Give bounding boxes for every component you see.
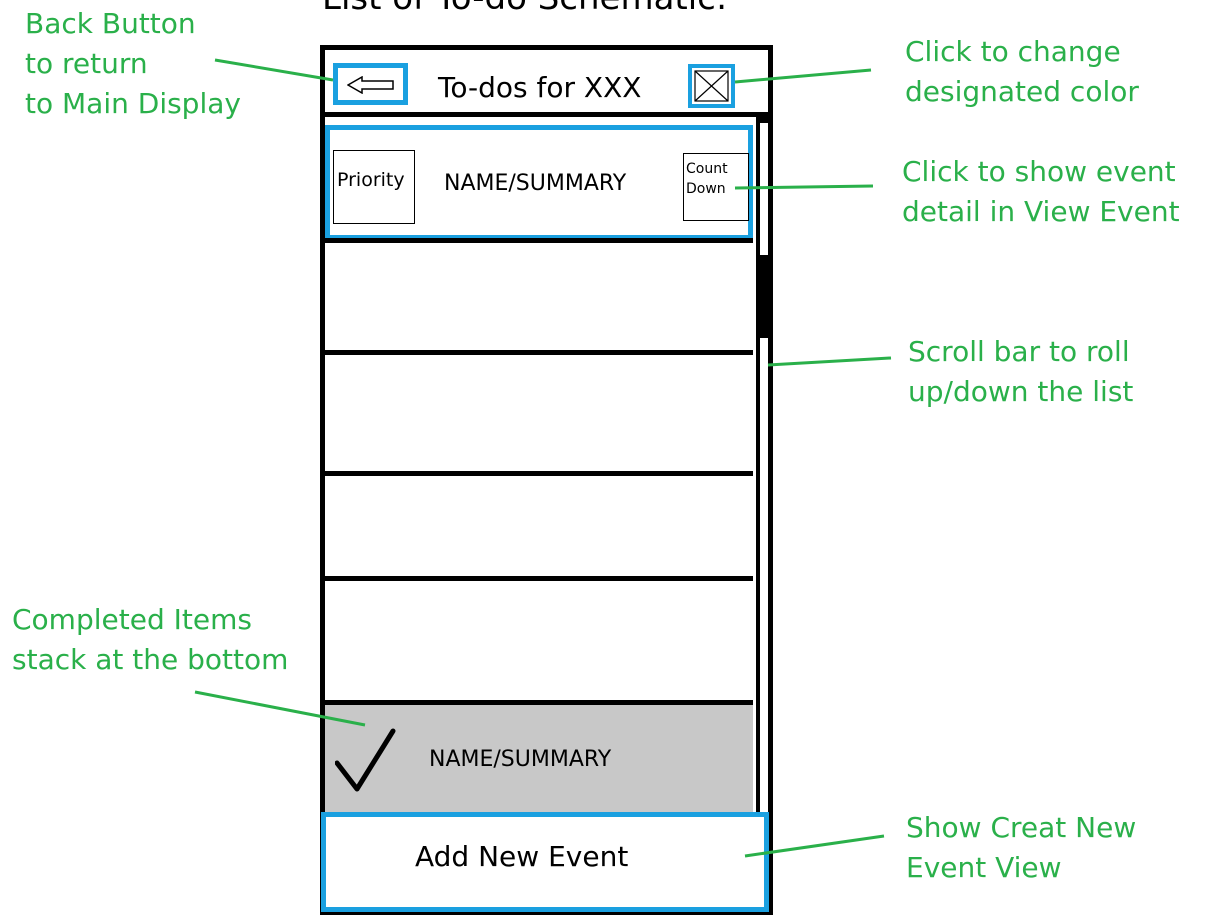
annotation-line: Scroll bar to roll (908, 335, 1130, 368)
countdown-line-2: Down (686, 181, 726, 197)
item-summary: NAME/SUMMARY (444, 171, 627, 196)
annotation-line: Event View (906, 851, 1062, 884)
list-item[interactable] (325, 476, 753, 576)
countdown-line-1: Count (686, 161, 728, 177)
list-item[interactable] (325, 355, 753, 471)
annotation-line: Back Button (25, 7, 196, 40)
completed-summary: NAME/SUMMARY (429, 747, 612, 772)
checkmark-icon (335, 728, 396, 792)
left-arrow-icon (347, 76, 394, 94)
annotation-detail: Click to show event detail in View Event (902, 152, 1180, 232)
crossed-box-icon (694, 70, 729, 102)
page-title: List of To-do Schematic: (322, 0, 727, 18)
list-item[interactable] (325, 581, 753, 700)
priority-box: Priority (333, 150, 415, 224)
annotation-create: Show Creat New Event View (906, 808, 1136, 888)
annotation-line: designated color (905, 75, 1139, 108)
annotation-line: Show Creat New (906, 811, 1137, 844)
list-item[interactable] (325, 243, 753, 350)
scrollbar-track (760, 123, 768, 813)
annotation-line: detail in View Event (902, 195, 1180, 228)
color-button[interactable] (688, 64, 735, 108)
annotation-scroll: Scroll bar to roll up/down the list (908, 332, 1133, 412)
annotation-line: Completed Items (12, 603, 252, 636)
annotation-line: up/down the list (908, 375, 1134, 408)
add-event-label: Add New Event (415, 840, 629, 873)
annotation-line: to Main Display (25, 87, 241, 120)
header-title: To-dos for XXX (438, 71, 642, 104)
countdown-box: Count Down (683, 153, 749, 221)
annotation-line: Click to show event (902, 155, 1176, 188)
back-button[interactable] (333, 63, 408, 105)
annotation-color: Click to change designated color (905, 32, 1139, 112)
annotation-line: to return (25, 47, 148, 80)
annotation-line: stack at the bottom (12, 643, 289, 676)
annotation-completed: Completed Items stack at the bottom (12, 600, 288, 680)
annotation-back-button: Back Button to return to Main Display (25, 4, 241, 124)
annotation-line: Click to change (905, 35, 1121, 68)
leader-line-scroll (767, 356, 892, 367)
scrollbar-thumb[interactable] (758, 255, 770, 338)
